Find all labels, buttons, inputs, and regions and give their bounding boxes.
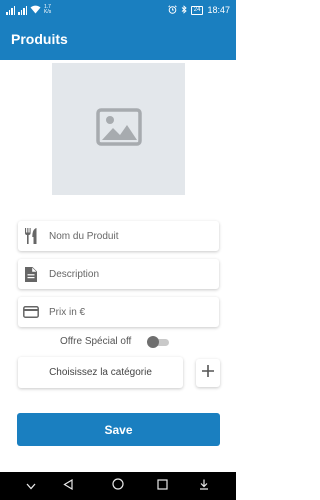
- nav-notifications-button[interactable]: [197, 479, 211, 493]
- bluetooth-icon: [181, 4, 187, 16]
- fork-knife-icon: [22, 227, 40, 245]
- product-name-field[interactable]: [18, 221, 219, 251]
- signal-icon: [6, 5, 15, 15]
- toggle-knob: [147, 336, 159, 348]
- special-offer-row: Offre Spécial off: [0, 334, 236, 350]
- price-field[interactable]: [18, 297, 219, 327]
- download-icon: [199, 477, 209, 495]
- save-button[interactable]: Save: [17, 413, 220, 446]
- category-select-button[interactable]: Choisissez la catégorie: [18, 357, 183, 388]
- image-icon: [95, 107, 142, 151]
- special-offer-toggle[interactable]: [147, 336, 171, 348]
- credit-card-icon: [22, 303, 40, 321]
- document-icon: [22, 265, 40, 283]
- add-category-button[interactable]: [196, 359, 220, 387]
- description-field[interactable]: [18, 259, 219, 289]
- status-left: 1.7 K/s: [6, 4, 51, 16]
- home-circle-icon: [112, 477, 124, 495]
- nav-recents-button[interactable]: [155, 479, 169, 493]
- product-name-input[interactable]: [49, 221, 213, 251]
- battery-indicator: 24: [190, 5, 204, 15]
- nav-collapse-button[interactable]: [24, 479, 38, 493]
- signal-icon-2: [18, 5, 27, 15]
- app-bar: Produits: [0, 20, 236, 60]
- status-right: 24 18:47: [168, 4, 230, 16]
- page-title: Produits: [11, 31, 68, 47]
- description-input[interactable]: [49, 259, 213, 289]
- chevron-down-icon: [26, 477, 36, 495]
- network-speed: 1.7 K/s: [44, 5, 51, 15]
- category-select-label: Choisissez la catégorie: [49, 367, 152, 378]
- back-triangle-icon: [63, 477, 73, 495]
- alarm-icon: [168, 4, 177, 16]
- special-offer-label: Offre Spécial off: [60, 336, 132, 347]
- wifi-icon: [30, 5, 41, 16]
- product-image-picker[interactable]: [52, 63, 185, 195]
- nav-back-button[interactable]: [61, 477, 75, 495]
- network-speed-unit: K/s: [44, 9, 52, 15]
- save-button-label: Save: [104, 422, 133, 437]
- system-nav-bar: [0, 472, 236, 500]
- recents-square-icon: [156, 477, 168, 495]
- nav-home-button[interactable]: [111, 477, 125, 495]
- plus-icon: [202, 364, 214, 382]
- price-input[interactable]: [49, 297, 213, 327]
- status-bar: 1.7 K/s 24 18:47: [0, 0, 236, 20]
- status-time: 18:47: [207, 5, 230, 15]
